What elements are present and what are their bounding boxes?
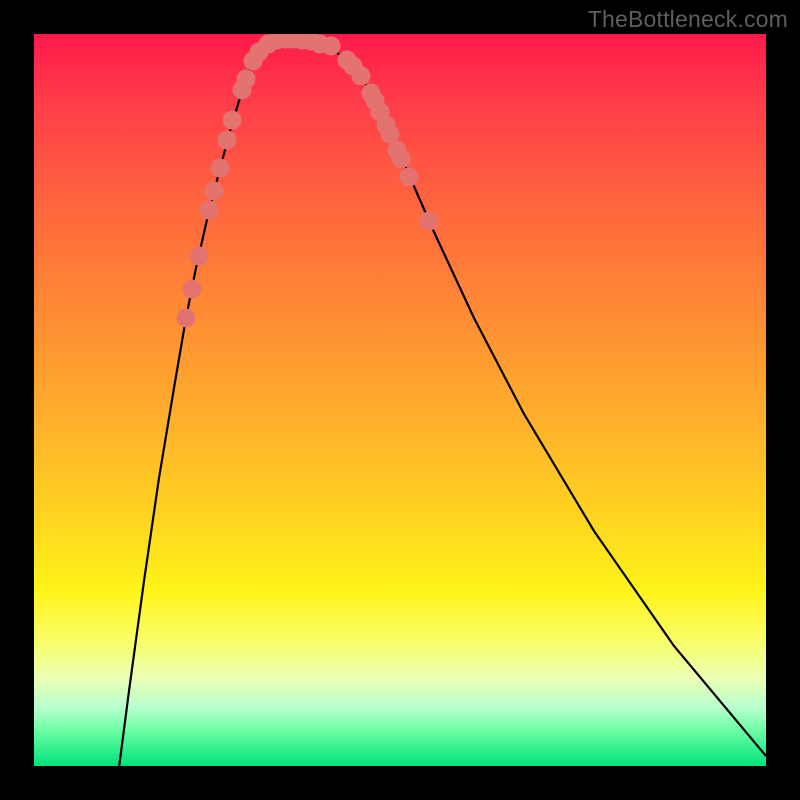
curve-layer [34,34,766,766]
curve-marker [352,67,371,86]
plot-area [34,34,766,766]
curve-marker [205,182,224,201]
curve-marker [322,37,341,56]
watermark-text: TheBottleneck.com [588,6,788,33]
curve-marker [400,168,419,187]
curve-marker [218,131,237,150]
curve-marker [237,70,256,89]
bottleneck-curve [114,40,766,766]
curve-marker [211,159,230,178]
curve-marker [190,247,209,266]
curve-marker [223,111,242,130]
curve-marker [420,212,439,231]
curve-marker [200,201,219,220]
curve-marker [392,150,411,169]
chart-frame: TheBottleneck.com [0,0,800,800]
curve-marker [183,280,202,299]
curve-marker [177,309,196,328]
